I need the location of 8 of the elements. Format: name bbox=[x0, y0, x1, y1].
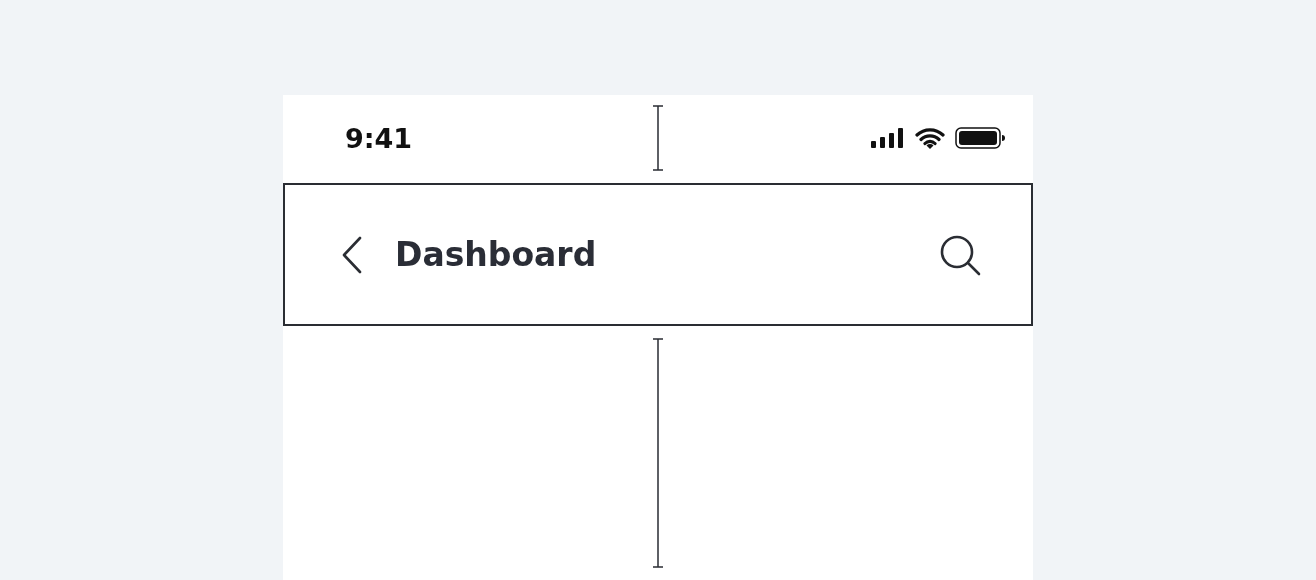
wifi-icon bbox=[915, 127, 945, 149]
signal-icon bbox=[871, 128, 905, 148]
battery-icon bbox=[955, 127, 1005, 149]
status-time: 9:41 bbox=[345, 122, 413, 154]
search-icon[interactable] bbox=[939, 233, 981, 276]
back-icon[interactable] bbox=[341, 235, 363, 274]
header-title: Dashboard bbox=[395, 235, 598, 274]
measure-line bbox=[651, 105, 665, 171]
